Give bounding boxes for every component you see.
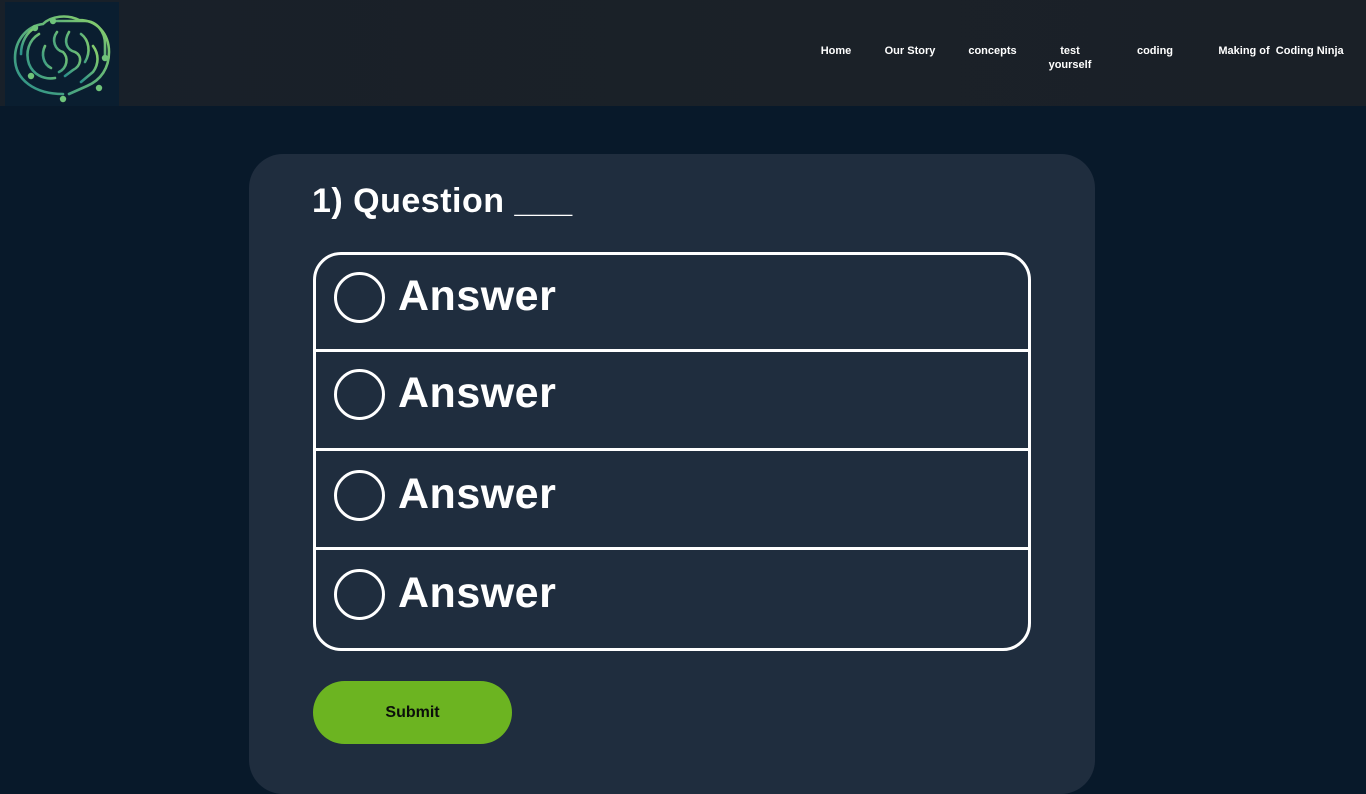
nav-link-concepts[interactable]: concepts — [964, 44, 1021, 58]
nav-link-coding[interactable]: coding — [1130, 44, 1180, 58]
answer-label: Answer — [398, 272, 557, 320]
answer-label: Answer — [398, 369, 557, 417]
nav-link-test-yourself[interactable]: test yourself — [1040, 44, 1100, 72]
radio-button-icon[interactable] — [334, 569, 385, 620]
brain-circuit-logo-icon — [13, 15, 111, 103]
nav-link-making-of-coding-ninja[interactable]: Making of Coding Ninja — [1214, 44, 1348, 58]
nav-link-home[interactable]: Home — [818, 44, 854, 58]
answer-option-4[interactable]: Answer — [316, 550, 1028, 648]
answer-option-3[interactable]: Answer — [316, 451, 1028, 548]
nav-link-our-story[interactable]: Our Story — [880, 44, 940, 58]
answer-option-1[interactable]: Answer — [316, 255, 1028, 350]
submit-button[interactable]: Submit — [313, 681, 512, 744]
answer-label: Answer — [398, 470, 557, 518]
answer-label: Answer — [398, 569, 557, 617]
answer-options: Answer Answer Answer Answer — [313, 252, 1031, 651]
answer-option-2[interactable]: Answer — [316, 352, 1028, 449]
question-title: 1) Question ___ — [312, 182, 573, 220]
logo[interactable] — [5, 2, 119, 106]
radio-button-icon[interactable] — [334, 470, 385, 521]
radio-button-icon[interactable] — [334, 369, 385, 420]
radio-button-icon[interactable] — [334, 272, 385, 323]
top-navigation-bar: Home Our Story concepts test yourself co… — [0, 0, 1366, 106]
